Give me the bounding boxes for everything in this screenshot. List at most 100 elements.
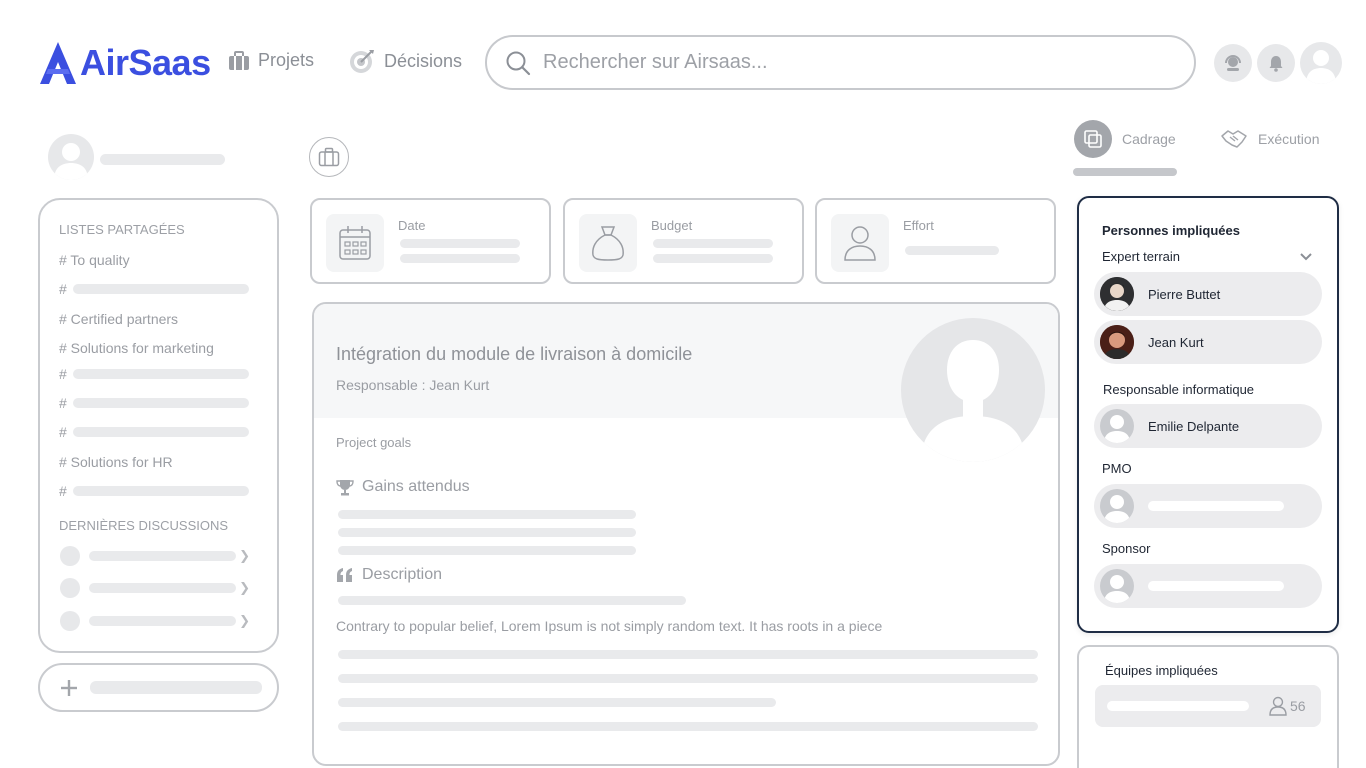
tab-cadrage[interactable]: Cadrage bbox=[1074, 120, 1176, 158]
list-item[interactable]: # bbox=[59, 424, 249, 440]
support-button[interactable] bbox=[1214, 44, 1252, 82]
frame-icon bbox=[1084, 130, 1102, 148]
tab-execution[interactable]: Exécution bbox=[1220, 128, 1319, 150]
team-item[interactable]: 56 bbox=[1095, 685, 1321, 727]
user-silhouette-icon bbox=[54, 143, 88, 180]
date-card[interactable]: Date bbox=[310, 198, 551, 284]
project-title: Intégration du module de livraison à dom… bbox=[336, 344, 693, 364]
description-section-title: Description bbox=[336, 566, 442, 584]
quote-icon bbox=[337, 568, 352, 582]
list-item-placeholder bbox=[72, 284, 249, 294]
money-bag-icon bbox=[592, 226, 624, 261]
person-avatar bbox=[1100, 325, 1134, 359]
person-icon bbox=[1269, 696, 1287, 716]
description-placeholder bbox=[338, 650, 1038, 659]
user-silhouette-icon bbox=[1104, 495, 1130, 523]
discussions-title: DERNIÈRES DISCUSSIONS bbox=[59, 518, 229, 533]
list-item[interactable]: # bbox=[59, 366, 249, 382]
effort-card[interactable]: Effort bbox=[815, 198, 1056, 284]
description-placeholder bbox=[338, 674, 1038, 683]
discussion-item[interactable]: ❯ bbox=[60, 611, 250, 631]
date-card-placeholder bbox=[400, 239, 520, 248]
budget-card-placeholder bbox=[653, 239, 773, 248]
budget-card[interactable]: Budget bbox=[563, 198, 804, 284]
list-item-label: # Certified partners bbox=[59, 311, 179, 327]
calendar-icon bbox=[339, 226, 371, 260]
description-placeholder bbox=[338, 722, 1038, 731]
list-item-label: # bbox=[59, 483, 67, 499]
description-label: Description bbox=[362, 566, 443, 583]
list-item[interactable]: # Solutions for HR bbox=[59, 454, 173, 470]
add-list-placeholder bbox=[90, 681, 262, 694]
expert-role-dropdown[interactable]: Expert terrain bbox=[1102, 249, 1312, 264]
list-item[interactable]: # bbox=[59, 395, 249, 411]
team-member-count: 56 bbox=[1290, 698, 1306, 714]
tab-execution-label: Exécution bbox=[1258, 131, 1320, 147]
discussion-item[interactable]: ❯ bbox=[60, 578, 250, 598]
list-item-label: # bbox=[59, 424, 67, 440]
project-responsible: Responsable : Jean Kurt bbox=[336, 377, 490, 393]
people-panel-title: Personnes impliquées bbox=[1102, 223, 1240, 238]
logo-mark-icon bbox=[40, 42, 76, 84]
person-icon bbox=[844, 226, 876, 261]
handshake-icon bbox=[1221, 130, 1247, 148]
list-item-label: # Solutions for marketing bbox=[59, 340, 214, 356]
user-avatar[interactable] bbox=[1300, 42, 1342, 84]
user-silhouette-icon bbox=[1104, 415, 1130, 443]
search-input[interactable] bbox=[543, 51, 1143, 74]
briefcase-icon bbox=[229, 50, 249, 70]
project-owner-avatar bbox=[901, 318, 1045, 462]
list-item[interactable]: # Certified partners bbox=[59, 311, 178, 327]
search-bar[interactable] bbox=[485, 35, 1196, 90]
description-text: Contrary to popular belief, Lorem Ipsum … bbox=[336, 618, 883, 634]
list-item[interactable]: # To quality bbox=[59, 252, 130, 268]
sponsor-role-label: Sponsor bbox=[1102, 541, 1151, 556]
effort-card-icon bbox=[831, 214, 889, 272]
discussion-placeholder bbox=[88, 616, 237, 626]
it-role-label: Responsable informatique bbox=[1103, 382, 1255, 397]
person-chip[interactable]: Pierre Buttet bbox=[1094, 272, 1322, 316]
active-tab-indicator bbox=[1073, 168, 1177, 176]
user-silhouette-icon bbox=[1104, 575, 1130, 603]
description-placeholder bbox=[338, 698, 776, 707]
add-list-button[interactable] bbox=[38, 663, 279, 712]
people-panel: Personnes impliquées Expert terrain Pier… bbox=[1077, 196, 1339, 633]
shared-lists-title: LISTES PARTAGÉES bbox=[59, 222, 185, 237]
list-item-placeholder bbox=[72, 398, 249, 408]
list-item-placeholder bbox=[72, 427, 249, 437]
notifications-button[interactable] bbox=[1257, 44, 1295, 82]
pmo-role-label: PMO bbox=[1102, 461, 1132, 476]
user-silhouette-icon bbox=[921, 340, 1025, 462]
search-icon bbox=[506, 51, 531, 75]
list-item-label: # bbox=[59, 281, 67, 297]
gains-label: Gains attendus bbox=[362, 478, 470, 495]
list-item-label: # Solutions for HR bbox=[59, 454, 173, 470]
trophy-icon bbox=[336, 480, 354, 496]
project-goals-label: Project goals bbox=[336, 435, 412, 450]
list-item-placeholder bbox=[72, 369, 249, 379]
person-chip[interactable] bbox=[1094, 564, 1322, 608]
teams-panel: Équipes impliquées 56 bbox=[1077, 645, 1339, 768]
gains-placeholder bbox=[338, 546, 636, 555]
list-item[interactable]: # bbox=[59, 281, 249, 297]
list-item[interactable]: # Solutions for marketing bbox=[59, 340, 214, 356]
effort-card-placeholder bbox=[905, 246, 999, 255]
nav-decisions[interactable]: Décisions bbox=[348, 47, 462, 75]
user-photo-icon bbox=[1100, 325, 1134, 359]
list-item-label: # bbox=[59, 366, 67, 382]
person-chip[interactable] bbox=[1094, 484, 1322, 528]
person-chip[interactable]: Jean Kurt bbox=[1094, 320, 1322, 364]
list-item[interactable]: # bbox=[59, 483, 249, 499]
airsaas-logo[interactable]: AirSaas bbox=[38, 38, 211, 88]
discussion-item[interactable]: ❯ bbox=[60, 546, 250, 566]
nav-projects[interactable]: Projets bbox=[228, 50, 314, 71]
date-card-label: Date bbox=[398, 218, 426, 233]
shared-lists-panel: LISTES PARTAGÉES # To quality # # Certif… bbox=[38, 198, 279, 653]
chevron-right-icon: ❯ bbox=[239, 613, 250, 628]
gains-placeholder bbox=[338, 510, 636, 519]
chevron-down-icon bbox=[1300, 252, 1312, 260]
person-chip[interactable]: Emilie Delpante bbox=[1094, 404, 1322, 448]
nav-projects-label: Projets bbox=[258, 50, 315, 70]
date-card-placeholder bbox=[400, 254, 520, 263]
teams-panel-title: Équipes impliquées bbox=[1105, 663, 1218, 678]
